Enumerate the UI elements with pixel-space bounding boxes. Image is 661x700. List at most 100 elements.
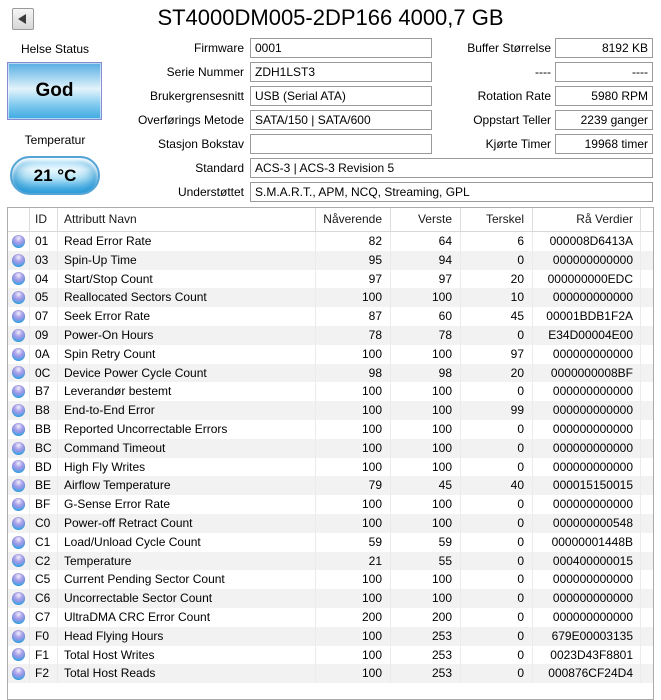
- field-label: ----: [535, 65, 551, 79]
- attribute-raw-value: 000876CF24D4: [533, 664, 641, 684]
- attribute-name: UltraDMA CRC Error Count: [58, 607, 316, 627]
- smart-attribute-row[interactable]: C7 UltraDMA CRC Error Count 200 200 0 0000000…: [8, 607, 653, 627]
- attribute-name: Reported Uncorrectable Errors: [58, 419, 316, 439]
- attribute-id: F0: [30, 626, 58, 646]
- attribute-worst: 253: [391, 645, 461, 665]
- attribute-worst: 100: [391, 495, 461, 514]
- status-good-icon: [12, 234, 25, 248]
- attribute-worst: 100: [391, 438, 461, 458]
- attribute-worst: 100: [391, 513, 461, 533]
- attribute-name: Device Power Cycle Count: [58, 363, 316, 383]
- smart-attribute-row[interactable]: BC Command Timeout 100 100 0 000000000000: [8, 438, 653, 458]
- smart-attribute-row[interactable]: F1 Total Host Writes 100 253 0 0023D43F8801: [8, 645, 653, 665]
- attribute-raw-value: 000000000000: [533, 288, 641, 308]
- attribute-worst: 100: [391, 589, 461, 608]
- attribute-worst: 98: [391, 363, 461, 383]
- smart-attribute-row[interactable]: B8 End-to-End Error 100 100 99 000000000000: [8, 401, 653, 420]
- column-header-raw-values[interactable]: Rå Verdier: [533, 208, 641, 232]
- attribute-current: 100: [316, 401, 391, 420]
- attribute-raw-value: 000000000000: [533, 589, 641, 608]
- smart-attribute-row[interactable]: 09 Power-On Hours 78 78 0 E34D00004E00: [8, 325, 653, 345]
- attribute-threshold: 0: [461, 325, 533, 345]
- smart-attributes-table: ID Attributt Navn Nåverende Verste Tersk…: [7, 207, 654, 700]
- row-filler: [641, 251, 653, 270]
- row-filler: [641, 476, 653, 495]
- smart-attribute-row[interactable]: C2 Temperature 21 55 0 000400000015: [8, 551, 653, 571]
- smart-attribute-row[interactable]: 0C Device Power Cycle Count 98 98 20 00000000…: [8, 363, 653, 383]
- field-label: Stasjon Bokstav: [157, 137, 244, 151]
- column-header-status[interactable]: [8, 208, 30, 232]
- column-header-threshold[interactable]: Terskel: [461, 208, 533, 232]
- smart-attribute-row[interactable]: F0 Head Flying Hours 100 253 0 679E00003135: [8, 626, 653, 646]
- attribute-worst: 100: [391, 382, 461, 402]
- column-header-current[interactable]: Nåverende: [316, 208, 391, 232]
- crystaldiskinfo-window: ST4000DM005-2DP166 4000,7 GB Helse Statu…: [0, 0, 661, 700]
- row-filler: [641, 326, 653, 345]
- attribute-current: 82: [316, 232, 391, 251]
- attribute-worst: 60: [391, 307, 461, 326]
- smart-attribute-row[interactable]: 0A Spin Retry Count 100 100 97 000000000000: [8, 344, 653, 364]
- attribute-name: Power-On Hours: [58, 325, 316, 345]
- smart-attribute-row[interactable]: BE Airflow Temperature 79 45 40 000015150015: [8, 476, 653, 496]
- smart-attribute-row[interactable]: C0 Power-off Retract Count 100 100 0 00000000…: [8, 513, 653, 533]
- field-label: Brukergrensesnitt: [149, 89, 244, 103]
- smart-attribute-row[interactable]: C5 Current Pending Sector Count 100 100 0 000…: [8, 570, 653, 590]
- smart-attribute-row[interactable]: C6 Uncorrectable Sector Count 100 100 0 00000…: [8, 589, 653, 608]
- smart-table-header: ID Attributt Navn Nåverende Verste Tersk…: [8, 208, 653, 232]
- status-cell: [8, 438, 30, 458]
- attribute-raw-value: 000000000000: [533, 344, 641, 364]
- row-filler: [641, 345, 653, 364]
- smart-attribute-row[interactable]: 03 Spin-Up Time 95 94 0 000000000000: [8, 250, 653, 270]
- smart-attribute-row[interactable]: 01 Read Error Rate 82 64 6 000008D6413A: [8, 232, 653, 251]
- smart-attribute-row[interactable]: BD High Fly Writes 100 100 0 000000000000: [8, 457, 653, 477]
- attribute-worst: 55: [391, 551, 461, 571]
- attribute-raw-value: 0000000008BF: [533, 363, 641, 383]
- attribute-raw-value: 000000000000: [533, 495, 641, 514]
- attribute-threshold: 0: [461, 570, 533, 590]
- attribute-raw-value: 000008D6413A: [533, 232, 641, 251]
- attribute-id: 04: [30, 269, 58, 289]
- smart-attribute-row[interactable]: BB Reported Uncorrectable Errors 100 100 0 00…: [8, 419, 653, 439]
- attribute-id: BE: [30, 476, 58, 496]
- status-cell: [8, 589, 30, 608]
- attribute-name: Temperature: [58, 551, 316, 571]
- column-header-attribute-name[interactable]: Attributt Navn: [58, 208, 316, 232]
- smart-attribute-row[interactable]: B7 Leverandør bestemt 100 100 0 000000000000: [8, 382, 653, 402]
- attribute-worst: 59: [391, 532, 461, 552]
- attribute-threshold: 0: [461, 457, 533, 477]
- attribute-threshold: 20: [461, 363, 533, 383]
- field-value: ----: [555, 62, 653, 82]
- smart-attribute-row[interactable]: F2 Total Host Reads 100 253 0 000876CF24D4: [8, 664, 653, 684]
- attribute-raw-value: 00001BDB1F2A: [533, 307, 641, 326]
- column-header-id[interactable]: ID: [30, 208, 58, 232]
- column-header-worst[interactable]: Verste: [391, 208, 461, 232]
- attribute-current: 98: [316, 363, 391, 383]
- attribute-current: 100: [316, 513, 391, 533]
- status-cell: [8, 551, 30, 571]
- smart-attribute-row[interactable]: 04 Start/Stop Count 97 97 20 000000000EDC: [8, 269, 653, 289]
- attribute-name: Seek Error Rate: [58, 307, 316, 326]
- smart-attribute-row[interactable]: 07 Seek Error Rate 87 60 45 00001BDB1F2A: [8, 307, 653, 326]
- attribute-raw-value: 000000000548: [533, 513, 641, 533]
- drive-info-left-column: Firmware 0001 Serie Nummer ZDH1LST3 Brukergr…: [0, 38, 432, 158]
- attribute-current: 97: [316, 269, 391, 289]
- attribute-current: 21: [316, 551, 391, 571]
- attribute-name: Read Error Rate: [58, 232, 316, 251]
- attribute-current: 79: [316, 476, 391, 496]
- smart-attribute-row[interactable]: C1 Load/Unload Cycle Count 59 59 0 0000000144…: [8, 532, 653, 552]
- field-label: Buffer Størrelse: [467, 41, 551, 55]
- attribute-raw-value: 000000000000: [533, 457, 641, 477]
- smart-attribute-row[interactable]: BF G-Sense Error Rate 100 100 0 000000000000: [8, 495, 653, 514]
- attribute-threshold: 0: [461, 607, 533, 627]
- attribute-id: 03: [30, 250, 58, 270]
- field-label: Oppstart Teller: [473, 113, 551, 127]
- attribute-id: F1: [30, 645, 58, 665]
- row-filler: [641, 589, 653, 608]
- attribute-name: Uncorrectable Sector Count: [58, 589, 316, 608]
- status-good-icon: [12, 535, 25, 549]
- smart-table-body: 01 Read Error Rate 82 64 6 000008D6413A 03 Spin…: [8, 232, 653, 684]
- status-good-icon: [12, 347, 25, 361]
- attribute-raw-value: 000000000EDC: [533, 269, 641, 289]
- status-cell: [8, 232, 30, 251]
- smart-attribute-row[interactable]: 05 Reallocated Sectors Count 100 100 10 00000…: [8, 288, 653, 308]
